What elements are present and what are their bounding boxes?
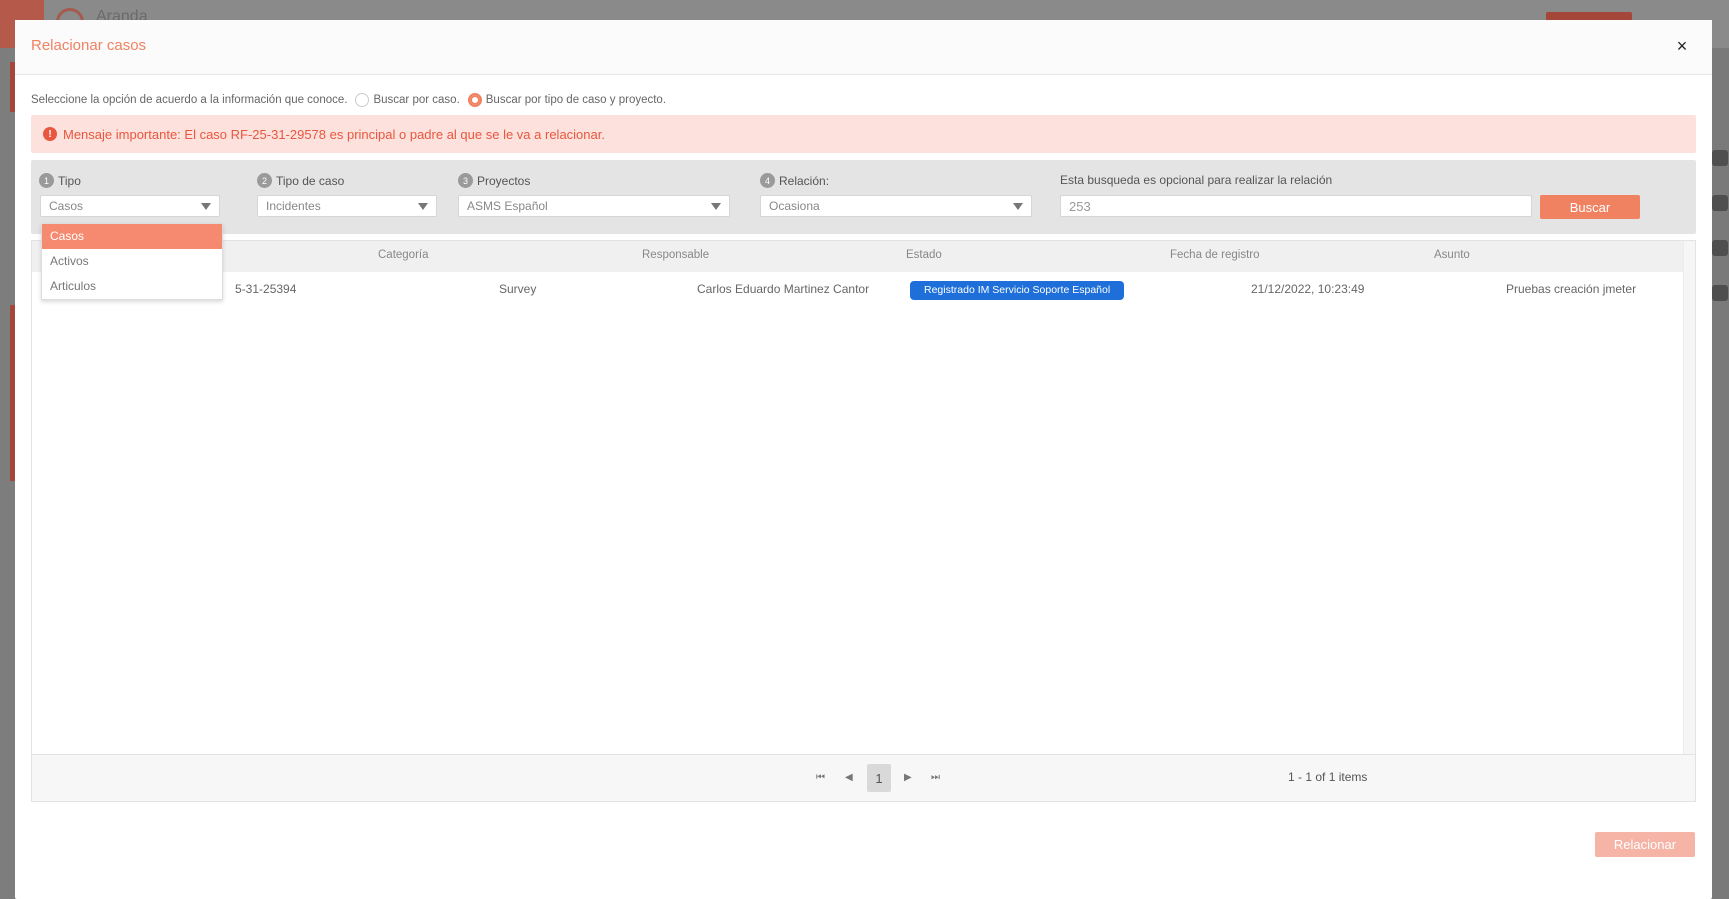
option-prompt: Seleccione la opción de acuerdo a la inf… — [31, 94, 348, 106]
cell-case-id: 5-31-25394 — [235, 282, 297, 296]
column-header-responsable[interactable]: Responsable — [642, 249, 709, 261]
background-rail-user-icon — [1712, 240, 1728, 256]
tipo-select-value: Casos — [49, 199, 84, 213]
column-header-estado[interactable]: Estado — [906, 249, 942, 261]
chevron-down-icon — [201, 203, 211, 210]
table-row[interactable]: 5-31-25394 Survey Carlos Eduardo Martine… — [32, 272, 1683, 306]
tipo-caso-label: 2 Tipo de caso — [257, 173, 344, 188]
proyectos-select-value: ASMS Español — [467, 199, 548, 213]
cell-fecha: 21/12/2022, 10:23:49 — [1251, 282, 1365, 296]
first-page-icon[interactable]: ⏮ — [816, 772, 825, 783]
tipo-caso-select[interactable]: Incidentes — [257, 195, 437, 217]
column-header-categoria[interactable]: Categoría — [378, 249, 429, 261]
chevron-down-icon — [1013, 203, 1023, 210]
proyectos-select[interactable]: ASMS Español — [458, 195, 730, 217]
background-rail-chart-icon — [1712, 285, 1728, 301]
column-header-asunto[interactable]: Asunto — [1434, 249, 1470, 261]
alert-message: Mensaje importante: El caso RF-25-31-295… — [63, 126, 605, 142]
dropdown-item-activos[interactable]: Activos — [42, 249, 222, 274]
grid-pager: ⏮ ◀ 1 ▶ ⏭ 1 - 1 of 1 items — [31, 755, 1696, 802]
filter-panel: 1 Tipo Casos 2 Tipo de caso Incidentes 3… — [31, 160, 1696, 234]
tipo-label: 1 Tipo — [39, 173, 81, 188]
current-page-button[interactable]: 1 — [867, 764, 891, 792]
status-badge: Registrado IM Servicio Soporte Español — [910, 281, 1125, 300]
tipo-caso-label-text: Tipo de caso — [276, 173, 345, 188]
important-message-alert: ! Mensaje importante: El caso RF-25-31-2… — [31, 115, 1696, 153]
case-search-input[interactable] — [1060, 195, 1532, 217]
cell-responsable: Carlos Eduardo Martinez Cantor — [697, 282, 870, 296]
last-page-icon[interactable]: ⏭ — [931, 772, 940, 783]
tipo-label-text: Tipo — [58, 173, 81, 188]
relacion-select-value: Ocasiona — [769, 199, 820, 213]
cases-grid: Categoría Responsable Estado Fecha de re… — [31, 240, 1696, 755]
pager-info: 1 - 1 of 1 items — [1288, 770, 1368, 784]
proyectos-label: 3 Proyectos — [458, 173, 530, 188]
background-right-rail — [1711, 48, 1729, 899]
relacion-label: 4 Relación: — [760, 173, 829, 188]
relacionar-button[interactable]: Relacionar — [1595, 832, 1695, 857]
step-badge: 1 — [39, 173, 54, 188]
grid-header: Categoría Responsable Estado Fecha de re… — [32, 241, 1683, 272]
radio-buscar-por-caso[interactable] — [355, 93, 370, 107]
tipo-dropdown-list: Casos Activos Articulos — [41, 223, 223, 300]
close-icon[interactable]: × — [1671, 35, 1693, 57]
modal-title: Relacionar casos — [31, 37, 147, 54]
background-rail-chat-icon — [1712, 195, 1728, 211]
radio-buscar-por-tipo[interactable] — [467, 93, 482, 107]
tipo-caso-select-value: Incidentes — [266, 199, 321, 213]
chevron-down-icon — [711, 203, 721, 210]
search-option-row: Seleccione la opción de acuerdo a la inf… — [31, 90, 666, 110]
dropdown-item-casos[interactable]: Casos — [42, 224, 222, 249]
modal-header: Relacionar casos × — [15, 20, 1712, 75]
alert-icon: ! — [43, 127, 57, 141]
radio-buscar-por-caso-label[interactable]: Buscar por caso. — [373, 94, 459, 106]
next-page-icon[interactable]: ▶ — [904, 772, 912, 783]
relacion-label-text: Relación: — [779, 173, 830, 188]
optional-search-label: Esta busqueda es opcional para realizar … — [1060, 173, 1333, 187]
relacion-select[interactable]: Ocasiona — [760, 195, 1032, 217]
cell-asunto: Pruebas creación jmeter — [1506, 282, 1637, 296]
dropdown-item-articulos[interactable]: Articulos — [42, 274, 222, 299]
proyectos-label-text: Proyectos — [477, 173, 531, 188]
step-badge: 3 — [458, 173, 473, 188]
step-badge: 4 — [760, 173, 775, 188]
chevron-down-icon — [418, 203, 428, 210]
radio-buscar-por-tipo-label[interactable]: Buscar por tipo de caso y proyecto. — [486, 94, 666, 106]
background-rail-user-icon — [1712, 150, 1728, 166]
tipo-select[interactable]: Casos — [40, 195, 220, 217]
column-header-fecha[interactable]: Fecha de registro — [1170, 249, 1260, 261]
grid-scrollbar[interactable] — [1683, 241, 1695, 754]
step-badge: 2 — [257, 173, 272, 188]
relacionar-casos-modal: Relacionar casos × Seleccione la opción … — [15, 20, 1712, 899]
prev-page-icon[interactable]: ◀ — [845, 772, 853, 783]
cell-categoria: Survey — [499, 282, 537, 296]
buscar-button[interactable]: Buscar — [1540, 195, 1640, 219]
